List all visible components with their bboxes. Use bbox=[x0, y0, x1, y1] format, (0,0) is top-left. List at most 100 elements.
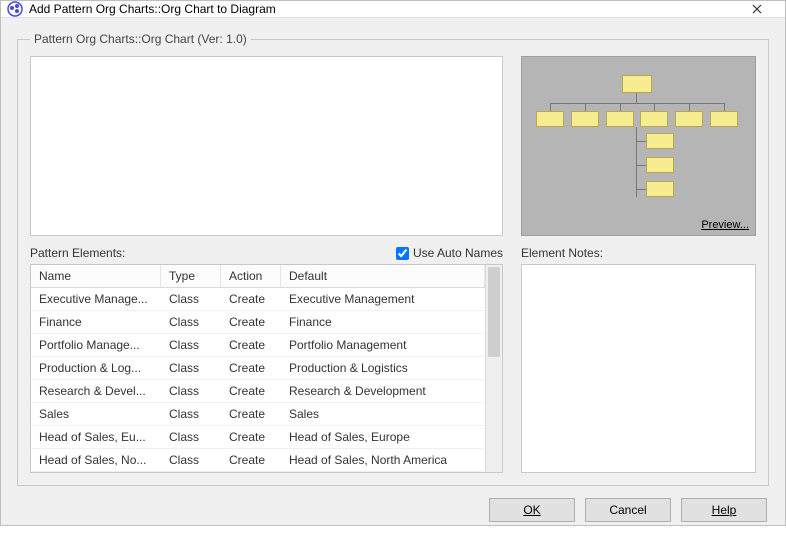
preview-node bbox=[646, 157, 674, 173]
scroll-thumb[interactable] bbox=[488, 267, 500, 357]
cell-type: Class bbox=[161, 357, 221, 379]
titlebar: Add Pattern Org Charts::Org Chart to Dia… bbox=[1, 1, 785, 18]
top-row: Preview... bbox=[30, 56, 756, 236]
table-row[interactable]: Head of Sales, No...ClassCreateHead of S… bbox=[31, 449, 485, 472]
groupbox-legend: Pattern Org Charts::Org Chart (Ver: 1.0) bbox=[30, 32, 251, 46]
col-action[interactable]: Action bbox=[221, 265, 281, 287]
cell-action: Create bbox=[221, 311, 281, 333]
table-row[interactable]: Executive Manage...ClassCreateExecutive … bbox=[31, 288, 485, 311]
ok-label: OK bbox=[523, 503, 540, 517]
preview-pane[interactable]: Preview... bbox=[521, 56, 756, 236]
preview-node bbox=[536, 111, 564, 127]
cell-name: Research & Devel... bbox=[31, 380, 161, 402]
preview-node bbox=[675, 111, 703, 127]
use-auto-names-checkbox[interactable] bbox=[396, 247, 409, 260]
preview-connector bbox=[585, 103, 586, 111]
app-icon bbox=[7, 1, 23, 17]
close-icon bbox=[752, 4, 762, 14]
preview-connector bbox=[689, 103, 690, 111]
table-row[interactable]: Production & Log...ClassCreateProduction… bbox=[31, 357, 485, 380]
pattern-elements-label: Pattern Elements: bbox=[30, 246, 125, 260]
use-auto-names[interactable]: Use Auto Names bbox=[396, 246, 503, 260]
grid-rows: Executive Manage...ClassCreateExecutive … bbox=[31, 288, 485, 472]
preview-connector bbox=[636, 127, 637, 197]
cell-name: Finance bbox=[31, 311, 161, 333]
preview-node bbox=[622, 75, 652, 93]
window-title: Add Pattern Org Charts::Org Chart to Dia… bbox=[29, 2, 735, 16]
col-name[interactable]: Name bbox=[31, 265, 161, 287]
preview-connector bbox=[654, 103, 655, 111]
preview-node bbox=[646, 181, 674, 197]
dialog-buttons: OK Cancel Help bbox=[17, 494, 769, 524]
element-notes-area[interactable] bbox=[521, 264, 756, 473]
preview-chart bbox=[540, 75, 737, 207]
table-row[interactable]: Research & Devel...ClassCreateResearch &… bbox=[31, 380, 485, 403]
use-auto-names-label: Use Auto Names bbox=[413, 246, 503, 260]
preview-node bbox=[710, 111, 738, 127]
pattern-elements-panel: Pattern Elements: Use Auto Names Name Ty… bbox=[30, 246, 503, 473]
cell-default: Executive Management bbox=[281, 288, 485, 310]
preview-connector bbox=[724, 103, 725, 111]
preview-connector bbox=[636, 165, 646, 166]
table-row[interactable]: SalesClassCreateSales bbox=[31, 403, 485, 426]
preview-link[interactable]: Preview... bbox=[701, 219, 749, 231]
cell-type: Class bbox=[161, 449, 221, 471]
bottom-row: Pattern Elements: Use Auto Names Name Ty… bbox=[30, 246, 756, 473]
cell-name: Production & Log... bbox=[31, 357, 161, 379]
table-row[interactable]: Head of Sales, Eu...ClassCreateHead of S… bbox=[31, 426, 485, 449]
cell-type: Class bbox=[161, 403, 221, 425]
grid-header: Name Type Action Default bbox=[31, 265, 485, 288]
preview-connector bbox=[550, 103, 551, 111]
cell-name: Head of Sales, Eu... bbox=[31, 426, 161, 448]
preview-connector bbox=[620, 103, 621, 111]
cell-name: Head of Sales, No... bbox=[31, 449, 161, 471]
cell-name: Sales bbox=[31, 403, 161, 425]
preview-node bbox=[571, 111, 599, 127]
cell-action: Create bbox=[221, 380, 281, 402]
preview-connector bbox=[636, 189, 646, 190]
cell-default: Finance bbox=[281, 311, 485, 333]
cancel-label: Cancel bbox=[609, 503, 646, 517]
help-button[interactable]: Help bbox=[681, 498, 767, 522]
preview-node bbox=[640, 111, 668, 127]
element-notes-label: Element Notes: bbox=[521, 246, 756, 260]
preview-connector bbox=[636, 141, 646, 142]
element-notes-panel: Element Notes: bbox=[521, 246, 756, 473]
dialog-body: Pattern Org Charts::Org Chart (Ver: 1.0) bbox=[1, 18, 785, 534]
ok-button[interactable]: OK bbox=[489, 498, 575, 522]
cell-type: Class bbox=[161, 334, 221, 356]
cancel-button[interactable]: Cancel bbox=[585, 498, 671, 522]
close-button[interactable] bbox=[735, 1, 779, 17]
cell-default: Sales bbox=[281, 403, 485, 425]
col-default[interactable]: Default bbox=[281, 265, 485, 287]
table-row[interactable]: FinanceClassCreateFinance bbox=[31, 311, 485, 334]
preview-connector bbox=[550, 103, 724, 104]
cell-default: Portfolio Management bbox=[281, 334, 485, 356]
col-type[interactable]: Type bbox=[161, 265, 221, 287]
pattern-elements-grid[interactable]: Name Type Action Default Executive Manag… bbox=[30, 264, 503, 473]
description-area bbox=[30, 56, 503, 236]
cell-action: Create bbox=[221, 449, 281, 471]
pattern-groupbox: Pattern Org Charts::Org Chart (Ver: 1.0) bbox=[17, 32, 769, 486]
cell-action: Create bbox=[221, 403, 281, 425]
preview-connector bbox=[636, 93, 637, 103]
cell-type: Class bbox=[161, 426, 221, 448]
cell-default: Research & Development bbox=[281, 380, 485, 402]
cell-name: Portfolio Manage... bbox=[31, 334, 161, 356]
cell-default: Head of Sales, Europe bbox=[281, 426, 485, 448]
cell-action: Create bbox=[221, 334, 281, 356]
grid-scrollbar[interactable] bbox=[485, 265, 502, 472]
preview-node bbox=[646, 133, 674, 149]
pattern-elements-header: Pattern Elements: Use Auto Names bbox=[30, 246, 503, 260]
dialog-window: Add Pattern Org Charts::Org Chart to Dia… bbox=[0, 0, 786, 526]
cell-default: Head of Sales, North America bbox=[281, 449, 485, 471]
cell-type: Class bbox=[161, 380, 221, 402]
preview-node bbox=[606, 111, 634, 127]
cell-name: Executive Manage... bbox=[31, 288, 161, 310]
cell-action: Create bbox=[221, 426, 281, 448]
cell-action: Create bbox=[221, 357, 281, 379]
table-row[interactable]: Portfolio Manage...ClassCreatePortfolio … bbox=[31, 334, 485, 357]
cell-default: Production & Logistics bbox=[281, 357, 485, 379]
cell-type: Class bbox=[161, 288, 221, 310]
cell-action: Create bbox=[221, 288, 281, 310]
